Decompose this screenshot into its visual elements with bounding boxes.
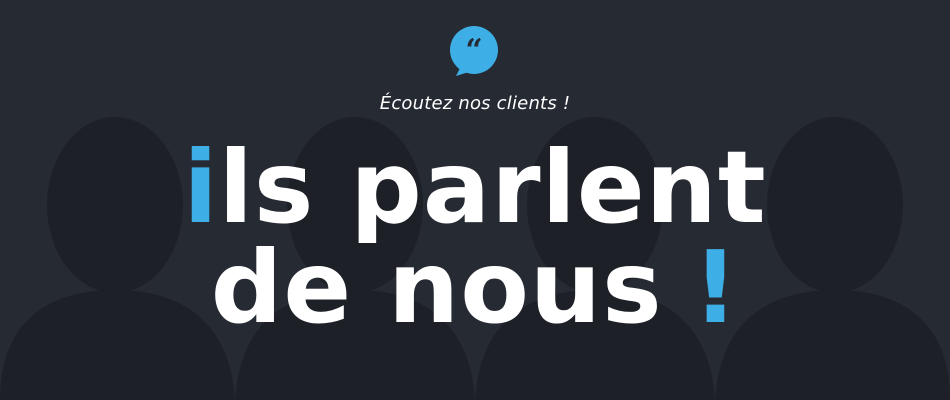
headline-line-2-text: de nous [210,229,663,346]
testimonials-banner: “ Écoutez nos clients ! ils parlent de n… [0,0,950,400]
svg-text:“: “ [465,33,482,68]
subtitle: Écoutez nos clients ! [379,93,571,114]
quote-speech-bubble-icon: “ [450,26,498,76]
headline-exclamation: ! [692,229,740,346]
headline-line-2: de nous! [0,238,950,338]
headline-line-1: ils parlent [0,138,950,238]
